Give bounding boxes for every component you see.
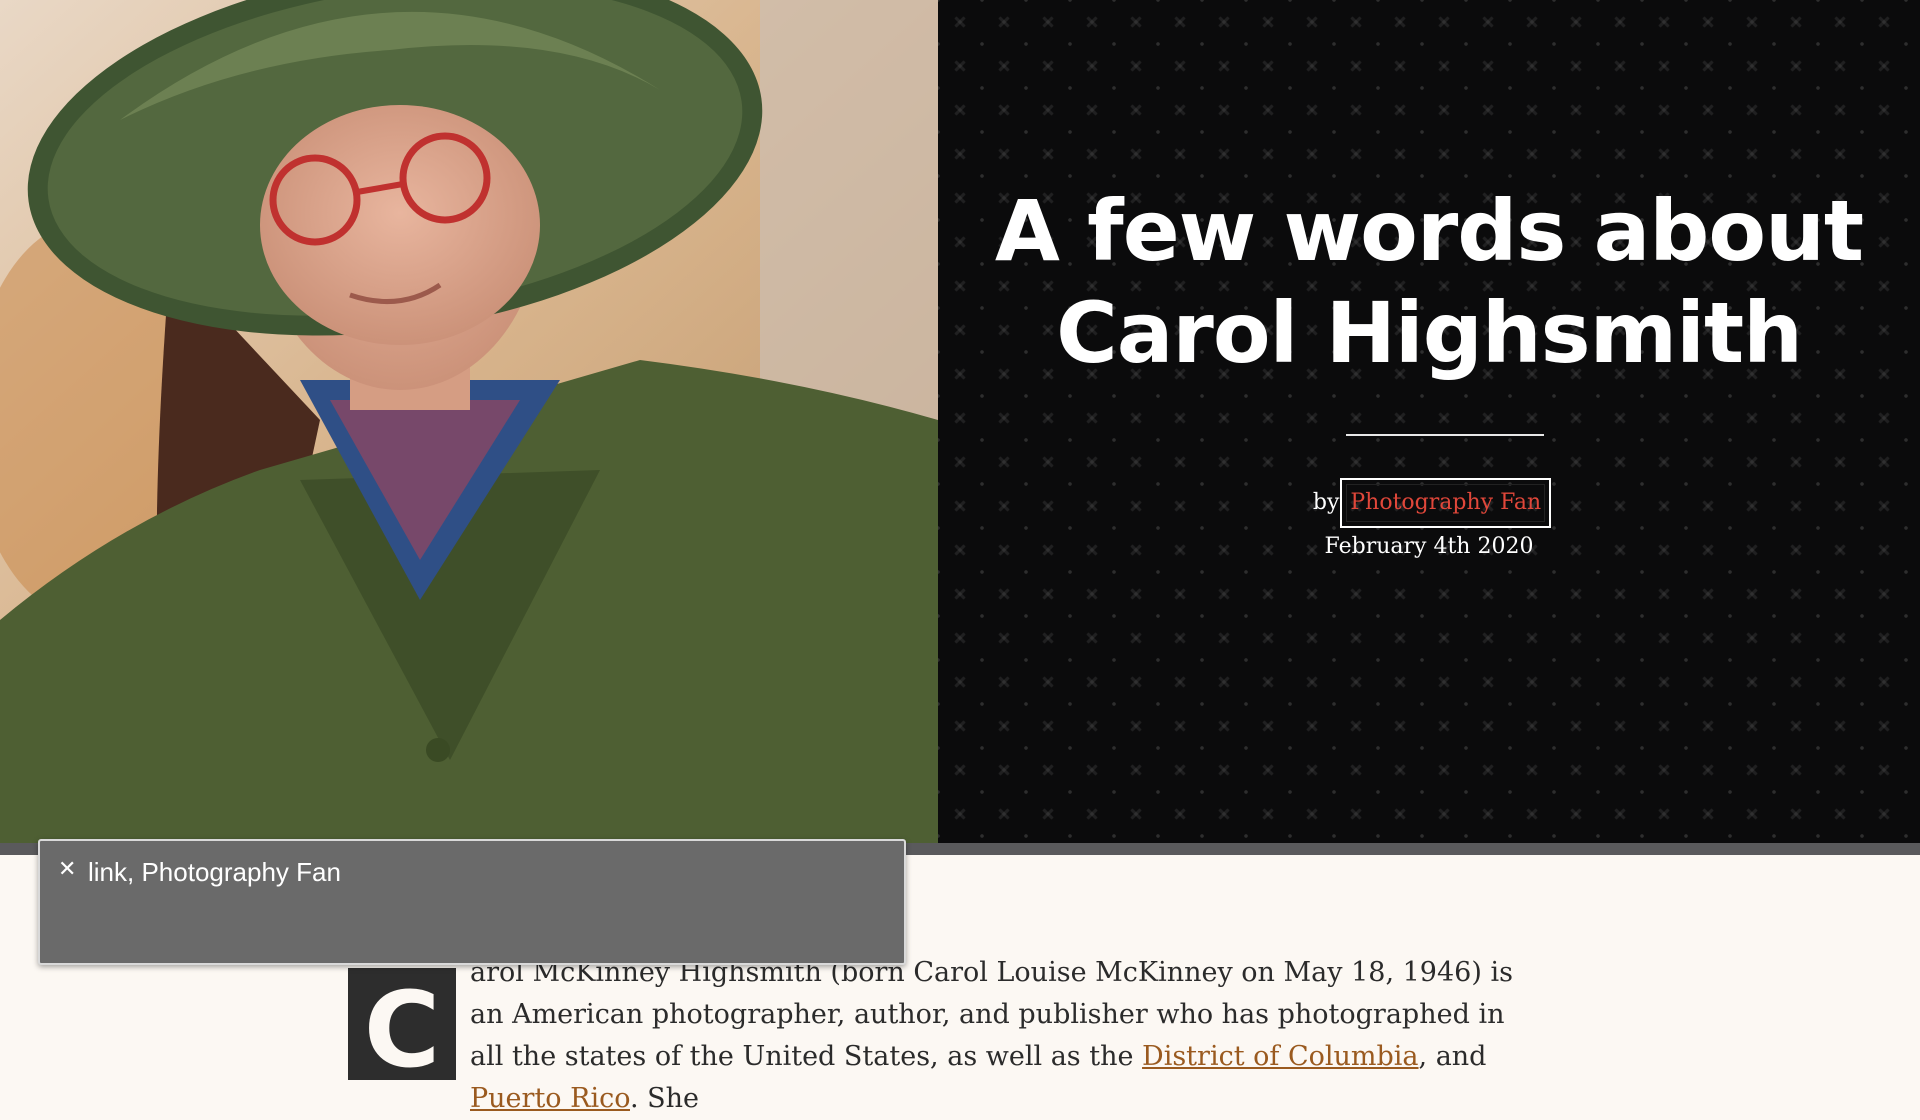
close-icon[interactable]: ✕ [58,859,80,881]
article-hero: A few words about Carol Highsmith by Pho… [0,0,1920,843]
author-link[interactable]: Photography Fan [1340,478,1552,528]
hero-photo [0,0,938,843]
drop-cap: C [348,968,456,1091]
voiceover-caption-text: link, Photography Fan [88,857,341,887]
title-panel: A few words about Carol Highsmith by Pho… [938,0,1920,843]
voiceover-caption-panel: ✕ link, Photography Fan [38,839,906,965]
title-line-2: Carol Highsmith [1056,284,1803,382]
post-date: February 4th 2020 [1324,534,1534,559]
byline: by Photography Fan [938,478,1920,528]
x-pattern-background [938,0,1920,843]
title-divider [1346,434,1544,436]
article-title: A few words about Carol Highsmith [938,180,1920,384]
byline-prefix: by [1312,490,1340,515]
district-of-columbia-link[interactable]: District of Columbia [1142,1041,1418,1072]
portrait-image [0,0,938,843]
article-paragraph: arol McKinney Highsmith (born Carol Loui… [470,952,1540,1120]
title-line-1: A few words about [994,182,1864,280]
paragraph-text-3: . She [630,1083,700,1114]
paragraph-text-2: , and [1418,1041,1487,1072]
puerto-rico-link[interactable]: Puerto Rico [470,1083,630,1114]
